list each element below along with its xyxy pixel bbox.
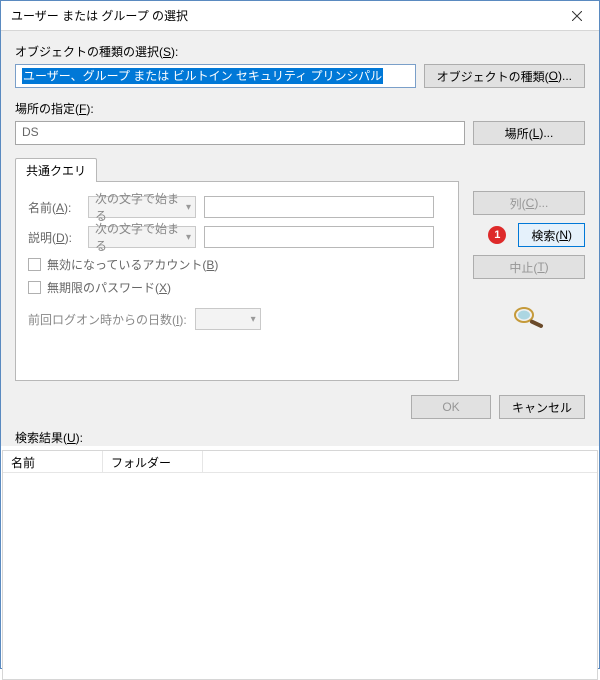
results-header: 名前 フォルダー — [3, 451, 597, 473]
object-type-input[interactable]: ユーザー、グループ または ビルトイン セキュリティ プリンシパル — [15, 64, 416, 88]
object-type-label: オブジェクトの種類の選択(S): — [15, 43, 585, 60]
locations-button[interactable]: 場所(L)... — [473, 121, 585, 145]
stop-button[interactable]: 中止(T) — [473, 255, 585, 279]
titlebar: ユーザー または グループ の選択 — [1, 1, 599, 31]
window-title: ユーザー または グループ の選択 — [11, 7, 188, 24]
magnifier-icon — [511, 305, 547, 332]
description-match-combo[interactable]: 次の文字で始まる ▾ — [88, 226, 196, 248]
cancel-button[interactable]: キャンセル — [499, 395, 585, 419]
object-type-value: ユーザー、グループ または ビルトイン セキュリティ プリンシパル — [22, 68, 383, 84]
name-input[interactable] — [204, 196, 434, 218]
columns-button[interactable]: 列(C)... — [473, 191, 585, 215]
no-expire-password-label: 無期限のパスワード(X) — [47, 279, 171, 296]
results-list[interactable]: 名前 フォルダー — [2, 450, 598, 680]
location-input[interactable]: DS — [15, 121, 465, 145]
disabled-accounts-label: 無効になっているアカウント(B) — [47, 256, 218, 273]
column-header-name[interactable]: 名前 — [3, 451, 103, 472]
location-label: 場所の指定(F): — [15, 100, 585, 117]
checkbox-disabled-accounts[interactable] — [28, 258, 41, 271]
common-query-panel: 名前(A): 次の文字で始まる ▾ 説明(D): 次の文字で始まる ▾ — [15, 181, 459, 381]
chevron-down-icon: ▾ — [186, 202, 191, 213]
location-value: DS — [22, 125, 39, 139]
checkbox-no-expire-password[interactable] — [28, 281, 41, 294]
name-label: 名前(A): — [28, 199, 80, 216]
description-label: 説明(D): — [28, 229, 80, 246]
search-button[interactable]: 検索(N) — [518, 223, 585, 247]
results-label: 検索結果(U): — [15, 429, 585, 446]
callout-badge-1: 1 — [488, 226, 506, 244]
dialog-body: オブジェクトの種類の選択(S): ユーザー、グループ または ビルトイン セキュ… — [1, 31, 599, 446]
description-input[interactable] — [204, 226, 434, 248]
close-button[interactable] — [554, 1, 599, 31]
tab-common-query[interactable]: 共通クエリ — [15, 158, 97, 182]
last-logon-days-combo[interactable]: ▾ — [195, 308, 261, 330]
column-header-folder[interactable]: フォルダー — [103, 451, 203, 472]
chevron-down-icon: ▾ — [251, 314, 256, 325]
chevron-down-icon: ▾ — [186, 232, 191, 243]
object-types-button[interactable]: オブジェクトの種類(O)... — [424, 64, 585, 88]
name-match-combo[interactable]: 次の文字で始まる ▾ — [88, 196, 196, 218]
ok-button[interactable]: OK — [411, 395, 491, 419]
last-logon-days-label: 前回ログオン時からの日数(I): — [28, 311, 187, 328]
close-icon — [572, 11, 582, 21]
